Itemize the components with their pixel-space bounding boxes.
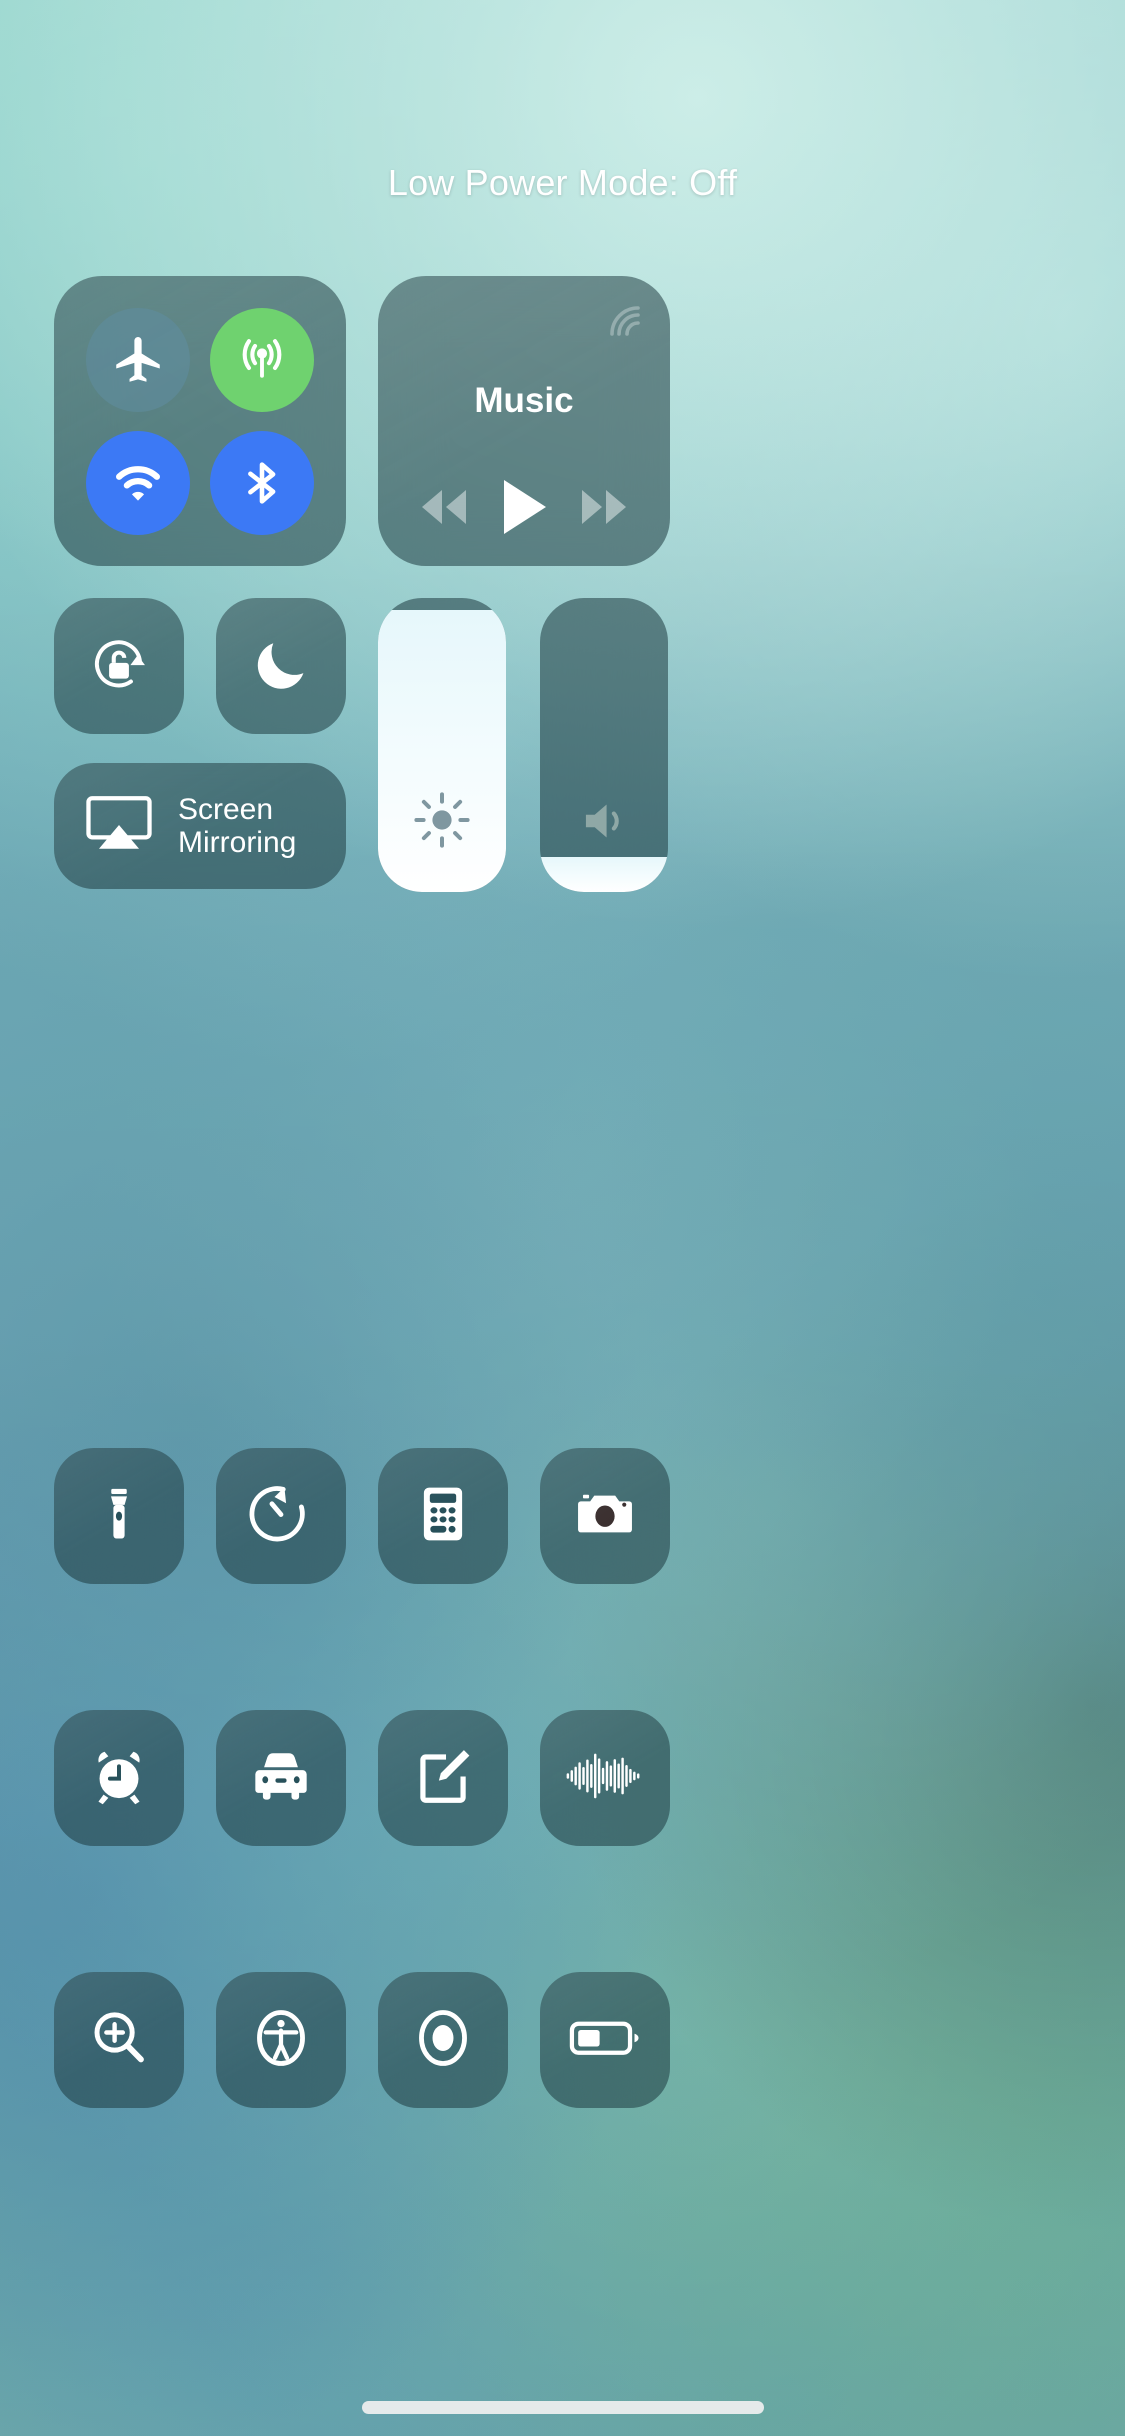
cellular-data-toggle[interactable] (210, 307, 314, 412)
airplane-icon (109, 331, 167, 389)
calculator-icon (412, 1483, 474, 1550)
magnifier-tile[interactable] (54, 1972, 184, 2108)
alarm-tile[interactable] (54, 1710, 184, 1846)
brightness-slider[interactable] (378, 598, 506, 892)
wifi-toggle[interactable] (86, 430, 190, 535)
volume-slider[interactable] (540, 598, 668, 892)
rotation-lock-icon (84, 629, 154, 704)
screen-mirroring-label-line2: Mirroring (178, 826, 297, 859)
airplay-audio-icon[interactable] (600, 296, 648, 349)
wifi-icon (109, 454, 167, 512)
home-indicator[interactable] (361, 2401, 764, 2414)
connectivity-module[interactable] (54, 276, 346, 566)
bluetooth-toggle[interactable] (210, 430, 314, 535)
flashlight-tile[interactable] (54, 1448, 184, 1584)
volume-speaker-icon (540, 790, 668, 852)
now-playing-module[interactable]: Music (378, 276, 670, 566)
waveform-icon (562, 1741, 648, 1816)
driving-focus-tile[interactable] (216, 1710, 346, 1846)
camera-tile[interactable] (540, 1448, 670, 1584)
timer-icon (247, 1480, 315, 1553)
voice-memos-tile[interactable] (540, 1710, 670, 1846)
battery-icon (567, 2008, 643, 2073)
low-power-mode-tile[interactable] (540, 1972, 670, 2108)
magnifier-icon (86, 2005, 152, 2076)
camera-icon (572, 1481, 638, 1552)
cellular-icon (233, 331, 291, 389)
screen-recording-tile[interactable] (378, 1972, 508, 2108)
accessibility-icon (247, 2004, 315, 2077)
screen-record-icon (409, 2004, 477, 2077)
car-icon (246, 1741, 316, 1816)
notes-compose-icon (410, 1743, 476, 1814)
timer-tile[interactable] (216, 1448, 346, 1584)
screen-mirroring-label-line1: Screen (178, 793, 274, 826)
calculator-tile[interactable] (378, 1448, 508, 1584)
play-button[interactable] (496, 476, 552, 538)
flashlight-icon (87, 1482, 151, 1551)
rotation-lock-tile[interactable] (54, 598, 184, 734)
fast-forward-button[interactable] (573, 485, 635, 529)
airplane-mode-toggle[interactable] (86, 307, 190, 412)
brightness-sun-icon (378, 788, 506, 852)
screen-mirroring-label: Screen Mirroring (178, 793, 296, 859)
accessibility-tile[interactable] (216, 1972, 346, 2108)
low-power-mode-status-banner: Low Power Mode: Off (387, 162, 738, 203)
airplay-screen-icon (82, 793, 156, 860)
do-not-disturb-tile[interactable] (216, 598, 346, 734)
moon-icon (249, 632, 313, 701)
now-playing-title: Music (474, 381, 574, 420)
screen-mirroring-tile[interactable]: Screen Mirroring (54, 763, 346, 889)
volume-slider-fill (540, 856, 668, 892)
alarm-clock-icon (87, 1744, 151, 1813)
rewind-button[interactable] (413, 485, 475, 529)
notes-tile[interactable] (378, 1710, 508, 1846)
bluetooth-icon (233, 454, 291, 512)
